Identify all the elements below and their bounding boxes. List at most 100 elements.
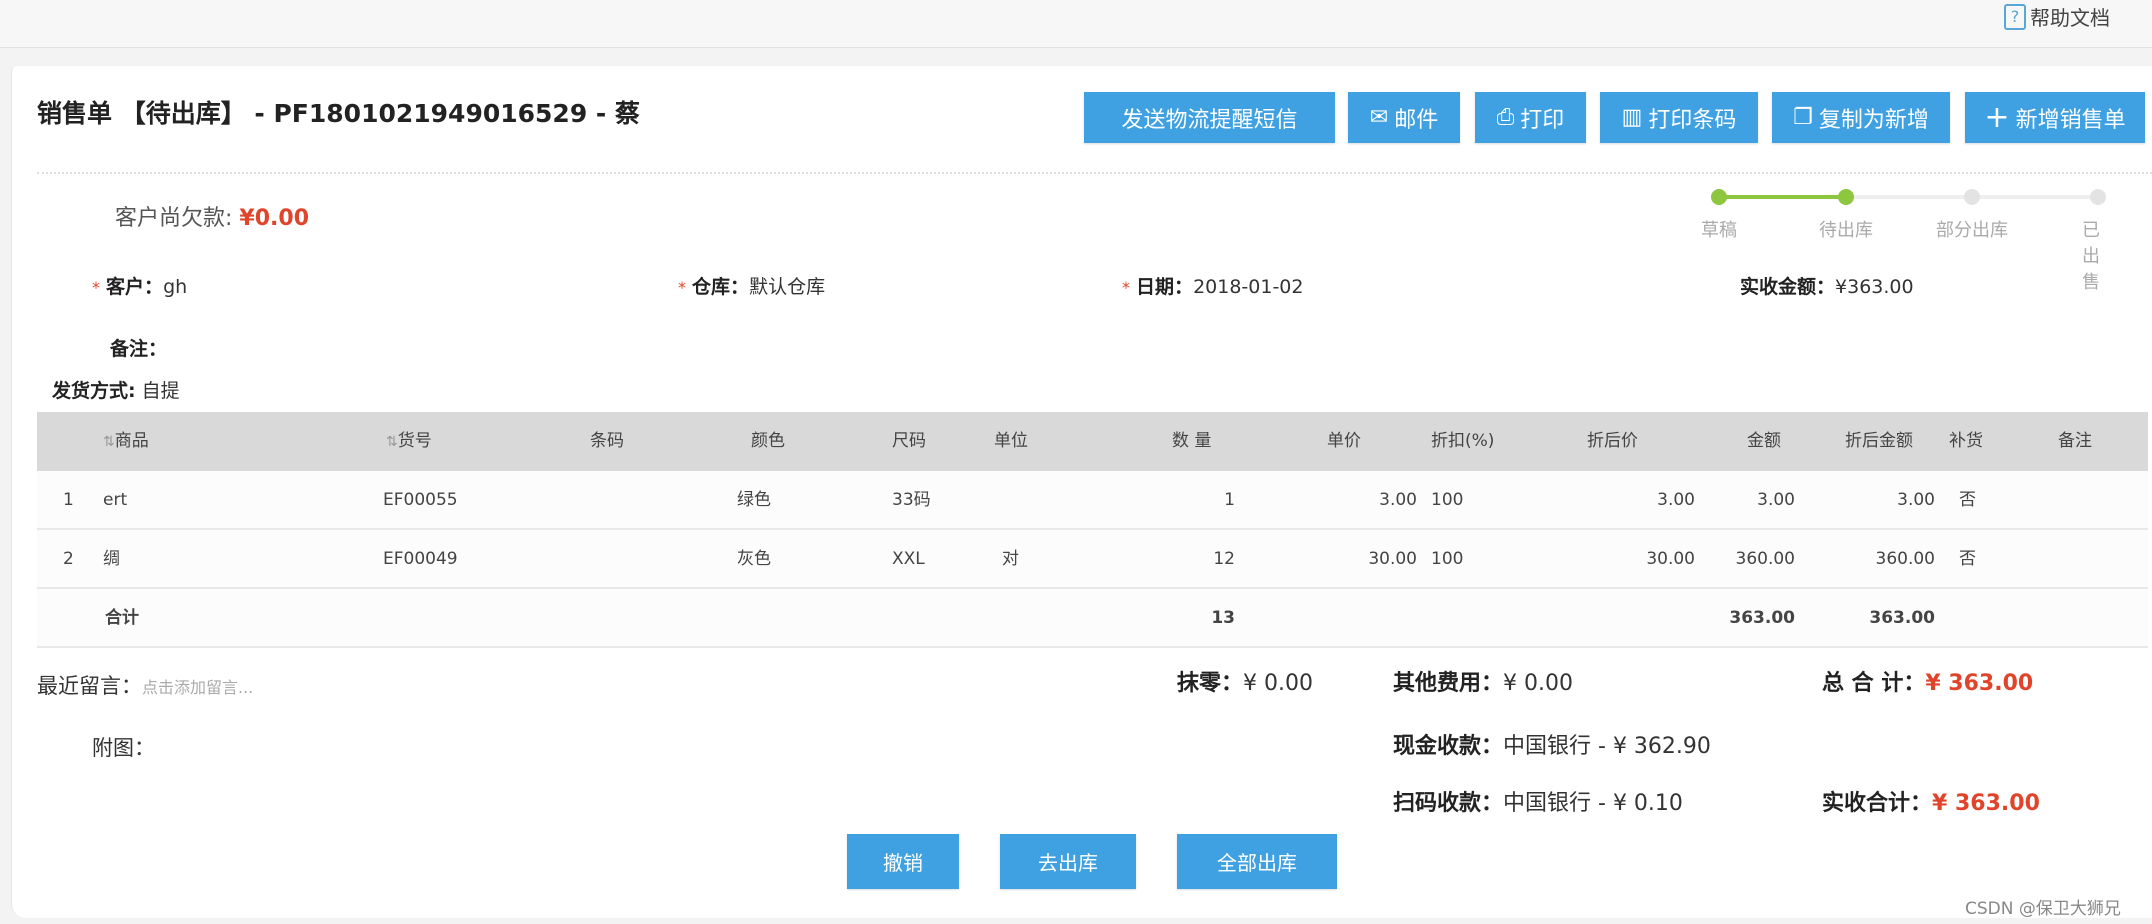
copy-as-new-button[interactable]: ❐ 复制为新增 <box>1772 92 1950 143</box>
customer-field: * 客户：gh <box>92 272 187 299</box>
cell-restock: 否 <box>1959 490 1976 510</box>
cell-sku: EF00055 <box>383 490 458 510</box>
help-icon: ? <box>2004 3 2026 30</box>
new-sales-order-button[interactable]: + 新增销售单 <box>1965 92 2145 143</box>
cell-price: 30.00 <box>1368 549 1417 569</box>
other-fees: 其他费用：¥ 0.00 <box>1393 665 1573 697</box>
printer-icon: ⎙ <box>1496 105 1515 130</box>
cell-color: 灰色 <box>737 549 771 569</box>
customer-value[interactable]: gh <box>163 276 187 298</box>
cell-size: 33码 <box>892 490 931 510</box>
cash-label: 现金收款： <box>1393 734 1504 759</box>
cell-disc-amount: 360.00 <box>1875 549 1935 569</box>
add-message-link[interactable]: 点击添加留言... <box>142 678 253 697</box>
cell-disc-amount: 3.00 <box>1897 490 1935 510</box>
new-sales-label: 新增销售单 <box>2015 107 2126 133</box>
scan-value: 中国银行 - ¥ 0.10 <box>1503 791 1683 816</box>
cell-qty: 1 <box>1224 490 1235 510</box>
remark-label: 备注： <box>110 338 168 360</box>
debt-label: 客户尚欠款: <box>115 206 233 231</box>
revoke-button[interactable]: 撤销 <box>847 834 959 889</box>
cell-product: 绸 <box>103 549 120 569</box>
cell-sku: EF00049 <box>383 549 458 569</box>
step-dot <box>2090 189 2106 205</box>
cell-amount: 3.00 <box>1757 490 1795 510</box>
copy-icon: ❐ <box>1793 105 1813 130</box>
table-row[interactable]: 2 绸 EF00049 灰色 XXL 对 12 30.00 100 30.00 360.00 360.… <box>37 530 2148 589</box>
all-outbound-button[interactable]: 全部出库 <box>1177 834 1337 889</box>
col-unit: 单位 <box>994 431 1028 451</box>
debt-value: ¥0.00 <box>239 206 310 231</box>
col-disc-amount: 折后金额 <box>1845 431 1913 451</box>
date-value[interactable]: 2018-01-02 <box>1193 276 1303 298</box>
step-label: 待出库 <box>1819 220 1873 241</box>
cell-disc-price: 3.00 <box>1657 490 1695 510</box>
rounding-value: ¥ 0.00 <box>1243 671 1313 696</box>
rounding: 抹零：¥ 0.00 <box>1177 665 1313 697</box>
col-product[interactable]: ⇅商品 <box>103 412 149 471</box>
step-label: 草稿 <box>1701 220 1737 241</box>
step-dot <box>1964 189 1980 205</box>
help-label: 帮助文档 <box>2030 6 2110 30</box>
header-label: 商品 <box>114 431 149 451</box>
cell-price: 3.00 <box>1379 490 1417 510</box>
watermark: CSDN @保卫大狮兄 <box>1965 899 2121 919</box>
table-header: ⇅商品 ⇅货号 条码 颜色 尺码 单位 数 量 单价 折扣(%) 折后价 金额 … <box>37 412 2148 471</box>
date-field: * 日期：2018-01-02 <box>1122 272 1303 299</box>
cell-qty: 12 <box>1213 549 1235 569</box>
shipping-label: 发货方式: <box>52 380 136 402</box>
total-amount: 363.00 <box>1729 608 1795 628</box>
step-dot <box>1711 189 1727 205</box>
col-discount: 折扣(%) <box>1431 431 1495 451</box>
mail-button[interactable]: ✉ 邮件 <box>1348 92 1460 143</box>
other-fees-value: ¥ 0.00 <box>1503 671 1573 696</box>
col-size: 尺码 <box>892 431 926 451</box>
col-restock: 补货 <box>1949 431 1983 451</box>
header-label: 货号 <box>397 431 432 451</box>
items-table: ⇅商品 ⇅货号 条码 颜色 尺码 单位 数 量 单价 折扣(%) 折后价 金额 … <box>37 412 2148 648</box>
col-disc-price: 折后价 <box>1587 431 1638 451</box>
go-outbound-button[interactable]: 去出库 <box>1000 834 1136 889</box>
received-value: ¥363.00 <box>1835 276 1914 298</box>
mail-label: 邮件 <box>1394 107 1439 133</box>
copy-label: 复制为新增 <box>1818 107 1929 133</box>
cell-size: XXL <box>892 549 925 569</box>
cash-value: 中国银行 - ¥ 362.90 <box>1503 734 1711 759</box>
shipping-value: 自提 <box>141 380 180 402</box>
print-button[interactable]: ⎙ 打印 <box>1475 92 1586 143</box>
warehouse-label: 仓库： <box>692 276 750 298</box>
sort-icon: ⇅ <box>386 434 398 450</box>
step-line-done <box>1719 195 1845 199</box>
print-barcode-button[interactable]: ▥ 打印条码 <box>1600 92 1758 143</box>
help-docs-link[interactable]: ? 帮助文档 <box>2004 2 2110 31</box>
table-row[interactable]: 1 ert EF00055 绿色 33码 1 3.00 100 3.00 3.00 3.00 否 <box>37 471 2148 530</box>
cell-product: ert <box>103 490 128 510</box>
cell-row-index: 1 <box>63 490 74 510</box>
mail-icon: ✉ <box>1369 105 1389 130</box>
sort-icon: ⇅ <box>103 434 115 450</box>
cell-restock: 否 <box>1959 549 1976 569</box>
cell-row-index: 2 <box>63 549 74 569</box>
scan-label: 扫码收款： <box>1393 791 1504 816</box>
recent-message: 最近留言：点击添加留言... <box>37 670 253 700</box>
cell-amount: 360.00 <box>1735 549 1795 569</box>
required-mark: * <box>678 278 686 297</box>
total-disc-amount: 363.00 <box>1869 608 1935 628</box>
customer-debt: 客户尚欠款: ¥0.00 <box>115 200 309 232</box>
barcode-icon: ▥ <box>1621 105 1643 130</box>
actual-total-value: ¥ 363.00 <box>1932 791 2040 816</box>
col-note: 备注 <box>2058 431 2092 451</box>
col-sku[interactable]: ⇅货号 <box>386 412 432 471</box>
total-qty: 13 <box>1211 608 1235 628</box>
cell-discount: 100 <box>1431 490 1464 510</box>
page-title: 销售单 【待出库】 - PF1801021949016529 - 蔡 <box>37 99 640 128</box>
message-label: 最近留言： <box>37 674 142 698</box>
customer-label: 客户： <box>106 276 164 298</box>
date-label: 日期： <box>1136 276 1194 298</box>
grand-total: 总 合 计：¥ 363.00 <box>1822 665 2033 697</box>
table-total-row: 合计 13 363.00 363.00 <box>37 589 2148 648</box>
required-mark: * <box>1122 278 1130 297</box>
received-label: 实收金额： <box>1740 276 1836 298</box>
warehouse-value[interactable]: 默认仓库 <box>749 276 825 298</box>
send-sms-button[interactable]: 发送物流提醒短信 <box>1084 92 1335 143</box>
